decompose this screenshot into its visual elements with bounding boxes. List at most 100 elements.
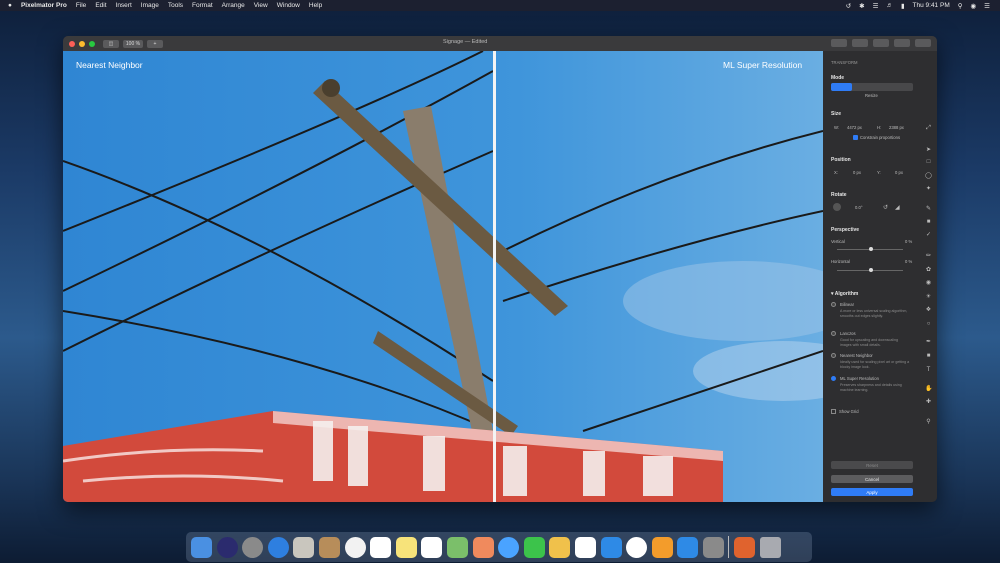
music-icon[interactable] — [626, 536, 648, 558]
add-button[interactable]: + — [147, 39, 163, 48]
apply-button[interactable]: Apply — [831, 488, 913, 496]
algorithm-lanczos-radio[interactable] — [831, 331, 836, 336]
share-button[interactable] — [894, 39, 910, 47]
mode-skew-segment[interactable] — [852, 83, 873, 91]
menu-edit[interactable]: Edit — [95, 2, 106, 9]
siri-icon[interactable]: ◉ — [971, 2, 977, 10]
keynote-icon[interactable] — [600, 536, 622, 558]
photo-booth-icon[interactable] — [472, 536, 494, 558]
comparison-divider[interactable] — [493, 51, 496, 502]
algorithm-ml-radio[interactable] — [831, 376, 836, 381]
arrange-tool-icon[interactable]: ➤ — [925, 147, 932, 154]
reminders-icon[interactable] — [421, 536, 443, 558]
finder-icon[interactable] — [191, 536, 212, 558]
siri-icon[interactable] — [216, 536, 238, 558]
selection-tool-icon[interactable]: □ — [925, 159, 932, 166]
menu-window[interactable]: Window — [277, 2, 300, 9]
hand-tool-icon[interactable]: ✋ — [925, 386, 932, 393]
document-title[interactable]: Signage — Edited — [443, 39, 487, 45]
zoom-dropdown[interactable]: 100 % — [123, 39, 143, 48]
crop-button[interactable] — [852, 39, 868, 47]
menu-image[interactable]: Image — [141, 2, 159, 9]
paint-bucket-icon[interactable]: ■ — [925, 219, 932, 226]
shapes-icon[interactable]: ■ — [925, 353, 932, 360]
pages-icon[interactable] — [549, 536, 571, 558]
eyedropper-icon[interactable]: ✓ — [925, 232, 932, 239]
paint-brush-icon[interactable]: ✎ — [925, 206, 932, 213]
cancel-button[interactable]: Cancel — [831, 475, 913, 483]
menu-file[interactable]: File — [76, 2, 86, 9]
notes-icon[interactable] — [395, 536, 417, 558]
transform-tool-icon[interactable]: ⤢ — [925, 125, 932, 132]
format-button[interactable] — [873, 39, 889, 47]
menu-help[interactable]: Help — [309, 2, 322, 9]
menu-arrange[interactable]: Arrange — [222, 2, 245, 9]
width-field[interactable]: 4472 px — [847, 125, 862, 130]
bluetooth-icon[interactable]: ✱ — [859, 2, 864, 10]
trash-icon[interactable] — [759, 536, 781, 558]
photos-icon[interactable] — [344, 536, 366, 558]
maps-icon[interactable] — [446, 536, 468, 558]
pencil-icon[interactable]: ✏ — [925, 253, 932, 260]
battery-icon[interactable]: ▮ — [901, 2, 905, 10]
constrain-checkbox[interactable] — [853, 135, 858, 140]
rotate-field[interactable]: 0.0° — [855, 205, 863, 210]
facetime-icon[interactable] — [523, 536, 545, 558]
minimize-button[interactable] — [79, 40, 85, 47]
app-store-icon[interactable] — [677, 536, 699, 558]
show-grid-checkbox[interactable] — [831, 409, 836, 414]
calendar-icon[interactable] — [370, 536, 392, 558]
mode-perspective-segment[interactable] — [872, 83, 893, 91]
lasso-tool-icon[interactable]: ◯ — [925, 173, 932, 180]
x-field[interactable]: 0 px — [853, 170, 861, 175]
mode-resize-segment[interactable] — [831, 83, 852, 91]
y-field[interactable]: 0 px — [895, 170, 903, 175]
clone-icon[interactable]: ◉ — [925, 280, 932, 287]
crop-tool-icon[interactable]: ✚ — [925, 399, 932, 406]
apple-menu-icon[interactable]: ● — [8, 2, 12, 9]
menu-format[interactable]: Format — [192, 2, 213, 9]
menu-app-name[interactable]: Pixelmator Pro — [21, 2, 67, 9]
mode-distort-segment[interactable] — [893, 83, 914, 91]
spotlight-icon[interactable]: ⚲ — [958, 2, 963, 10]
horizontal-slider-knob[interactable] — [869, 268, 873, 272]
tools-button[interactable] — [831, 39, 847, 47]
clock[interactable]: Thu 9:41 PM — [913, 2, 950, 9]
magic-wand-icon[interactable]: ✦ — [925, 186, 932, 193]
algorithm-bilinear-radio[interactable] — [831, 302, 836, 307]
pixelmator-pro-icon[interactable] — [734, 536, 756, 558]
flip-icon[interactable]: ◢ — [895, 204, 900, 211]
type-tool-icon[interactable]: T — [925, 367, 932, 374]
rotate-ccw-icon[interactable]: ↺ — [883, 204, 888, 211]
menu-insert[interactable]: Insert — [116, 2, 132, 9]
height-field[interactable]: 2388 px — [889, 125, 904, 130]
time-machine-icon[interactable]: ↺ — [846, 2, 851, 10]
numbers-icon[interactable] — [574, 536, 596, 558]
notification-center-icon[interactable]: ☰ — [984, 2, 990, 10]
mail-icon[interactable] — [293, 536, 315, 558]
light-icon[interactable]: ☀ — [925, 294, 932, 301]
warp-icon[interactable]: ○ — [925, 321, 932, 328]
wifi-icon[interactable]: ☰ — [873, 2, 879, 10]
safari-icon[interactable] — [267, 536, 289, 558]
layers-toggle-button[interactable]: ◫ — [103, 39, 119, 48]
mode-segmented-control[interactable] — [831, 83, 913, 91]
sponge-icon[interactable]: ❖ — [925, 307, 932, 314]
launchpad-icon[interactable] — [242, 536, 264, 558]
retouch-icon[interactable]: ✿ — [925, 267, 932, 274]
algorithm-nearest-radio[interactable] — [831, 353, 836, 358]
volume-icon[interactable]: ♬ — [886, 2, 893, 9]
sidebar-toggle-button[interactable] — [915, 39, 931, 47]
messages-icon[interactable] — [498, 536, 520, 558]
zoom-button[interactable] — [89, 40, 95, 47]
rotate-dial[interactable] — [833, 203, 841, 211]
menu-tools[interactable]: Tools — [168, 2, 183, 9]
menu-view[interactable]: View — [254, 2, 268, 9]
reset-button[interactable]: Reset — [831, 461, 913, 469]
image-canvas[interactable]: Nearest Neighbor ML Super Resolution — [63, 51, 823, 502]
vertical-slider-knob[interactable] — [869, 247, 873, 251]
books-icon[interactable] — [651, 536, 673, 558]
zoom-tool-icon[interactable]: ⚲ — [925, 419, 932, 426]
contacts-icon[interactable] — [318, 536, 340, 558]
pen-tool-icon[interactable]: ✒ — [925, 339, 932, 346]
